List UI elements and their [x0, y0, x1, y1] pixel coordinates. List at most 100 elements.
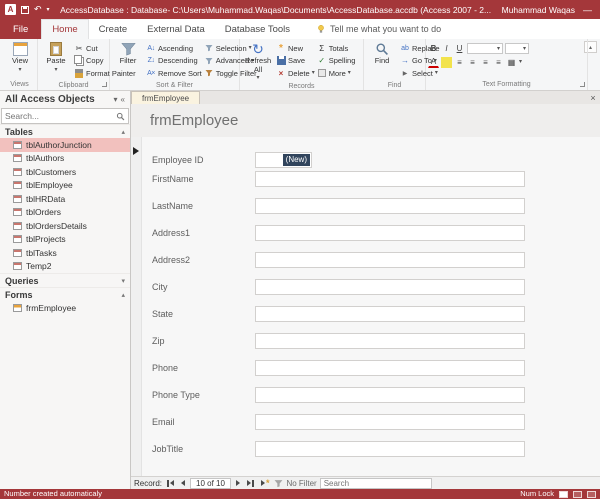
nav-item-frmEmployee[interactable]: frmEmployee — [0, 301, 130, 315]
nav-item-tblEmployee[interactable]: tblEmployee — [0, 179, 130, 193]
zip-input[interactable] — [255, 333, 525, 349]
nav-item-tblAuthorJunction[interactable]: tblAuthorJunction — [0, 138, 130, 152]
nav-item-tblHRData[interactable]: tblHRData — [0, 192, 130, 206]
address1-input[interactable] — [255, 225, 525, 241]
field-row-phone-type: Phone Type — [131, 387, 600, 403]
field-row-jobtitle: JobTitle — [131, 441, 600, 457]
search-icon — [116, 112, 125, 120]
find-button[interactable]: Find — [366, 40, 398, 66]
highlight-color-button[interactable] — [441, 56, 452, 68]
record-search-input[interactable] — [319, 477, 432, 489]
close-document-icon[interactable]: × — [586, 91, 600, 104]
nav-item-Temp2[interactable]: Temp2 — [0, 260, 130, 274]
view-button[interactable]: View ▾ — [4, 40, 36, 73]
new-blank-record-button[interactable]: * — [259, 478, 272, 487]
clipboard-group-label: Clipboard — [58, 81, 89, 89]
shutter-close-icon[interactable]: « — [121, 95, 125, 104]
align-center-button[interactable]: ≡ — [467, 57, 478, 68]
field-row-phone: Phone — [131, 360, 600, 376]
nav-item-tblOrdersDetails[interactable]: tblOrdersDetails — [0, 219, 130, 233]
italic-button[interactable]: I — [441, 43, 452, 54]
previous-record-button[interactable] — [179, 480, 187, 486]
navpane-menu-chevron-icon[interactable]: ▾ — [114, 95, 118, 104]
bullets-button[interactable]: ≡ — [493, 57, 504, 68]
refresh-all-button[interactable]: ↻ Refresh All ▾ — [242, 40, 274, 81]
city-input[interactable] — [255, 279, 525, 295]
document-area: frmEmployee × frmEmployee Employee ID (N… — [131, 91, 600, 489]
quick-save-icon[interactable] — [21, 5, 29, 14]
descending-button[interactable]: Z↓ Descending — [146, 55, 202, 68]
format-painter-icon — [74, 68, 84, 78]
last-record-button[interactable] — [245, 479, 256, 487]
document-tab-frmEmployee[interactable]: frmEmployee — [131, 91, 201, 104]
navigation-pane: All Access Objects ▾ « Tables ▴ tblAutho… — [0, 91, 131, 489]
tab-home[interactable]: Home — [41, 19, 89, 39]
filter-status-label[interactable]: No Filter — [286, 479, 316, 488]
undo-icon[interactable]: ↶ — [34, 5, 42, 14]
ribbon-tab-row: File Home Create External Data Database … — [0, 19, 600, 39]
align-right-button[interactable]: ≡ — [480, 57, 491, 68]
nav-item-label: tblOrdersDetails — [26, 220, 87, 231]
jobtitle-input[interactable] — [255, 441, 525, 457]
dialog-launcher-icon[interactable] — [580, 82, 585, 87]
state-input[interactable] — [255, 306, 525, 322]
next-record-button[interactable] — [234, 480, 242, 486]
navpane-search-input[interactable] — [5, 111, 116, 121]
phone-type-input[interactable] — [255, 387, 525, 403]
employee-id-input[interactable]: (New) — [255, 152, 312, 168]
email-input[interactable] — [255, 414, 525, 430]
minimize-icon[interactable]: — — [580, 5, 595, 15]
layout-view-button[interactable] — [573, 490, 582, 498]
nav-item-tblTasks[interactable]: tblTasks — [0, 246, 130, 260]
ascending-button[interactable]: A↓ Ascending — [146, 42, 202, 55]
gridlines-button[interactable]: ▦ — [506, 57, 517, 68]
find-label: Find — [374, 56, 390, 65]
tell-me-box[interactable]: Tell me what you want to do — [300, 19, 441, 39]
font-name-select[interactable]: ▾ — [467, 43, 503, 54]
align-left-button[interactable]: ≡ — [454, 57, 465, 68]
design-view-button[interactable] — [587, 490, 596, 498]
account-name[interactable]: Muhammad Waqas — [502, 5, 575, 15]
spelling-button[interactable]: ✓ Spelling — [317, 55, 355, 68]
nav-item-tblCustomers[interactable]: tblCustomers — [0, 165, 130, 179]
new-record-ribbon-button[interactable]: * New — [276, 42, 315, 55]
underline-button[interactable]: U — [454, 43, 465, 54]
delete-icon: × — [278, 68, 284, 78]
filter-status-icon[interactable] — [274, 479, 283, 488]
font-color-button[interactable]: A — [428, 56, 439, 68]
totals-button[interactable]: Σ Totals — [317, 42, 356, 55]
first-record-button[interactable] — [165, 479, 176, 487]
dialog-launcher-icon[interactable] — [102, 82, 107, 87]
tab-file[interactable]: File — [0, 19, 42, 39]
table-icon — [13, 194, 22, 203]
quick-access-chevron-icon[interactable]: ▾ — [47, 6, 50, 13]
more-button[interactable]: More ▾ — [317, 67, 356, 80]
form-view-button[interactable] — [559, 490, 568, 498]
phone-input[interactable] — [255, 360, 525, 376]
access-app-icon[interactable]: A — [5, 4, 16, 15]
font-size-select[interactable]: ▾ — [505, 43, 529, 54]
bold-button[interactable]: B — [428, 43, 439, 54]
table-icon — [13, 181, 22, 190]
navigation-pane-header[interactable]: All Access Objects ▾ « — [0, 91, 130, 108]
remove-sort-button[interactable]: A× Remove Sort — [146, 67, 202, 80]
tab-external-data[interactable]: External Data — [137, 19, 215, 39]
tab-create[interactable]: Create — [89, 19, 138, 39]
nav-item-tblAuthors[interactable]: tblAuthors — [0, 152, 130, 166]
record-position-box[interactable]: 10 of 10 — [190, 477, 231, 489]
address2-input[interactable] — [255, 252, 525, 268]
filter-button[interactable]: Filter — [112, 40, 144, 66]
save-record-button[interactable]: Save — [276, 55, 315, 68]
paste-button[interactable]: Paste ▾ — [40, 40, 72, 73]
nav-item-tblOrders[interactable]: tblOrders — [0, 206, 130, 220]
ribbon-group-records: ↻ Refresh All ▾ * New Save × Delete ▾ Σ … — [240, 39, 364, 90]
firstname-input[interactable] — [255, 171, 525, 187]
section-forms[interactable]: Forms ▴ — [0, 287, 130, 301]
nav-item-tblProjects[interactable]: tblProjects — [0, 233, 130, 247]
collapse-chevron-icon: ▴ — [121, 291, 125, 299]
lastname-input[interactable] — [255, 198, 525, 214]
section-queries[interactable]: Queries ▾ — [0, 273, 130, 287]
tab-database-tools[interactable]: Database Tools — [215, 19, 300, 39]
section-tables[interactable]: Tables ▴ — [0, 124, 130, 138]
delete-record-button[interactable]: × Delete ▾ — [276, 67, 315, 80]
